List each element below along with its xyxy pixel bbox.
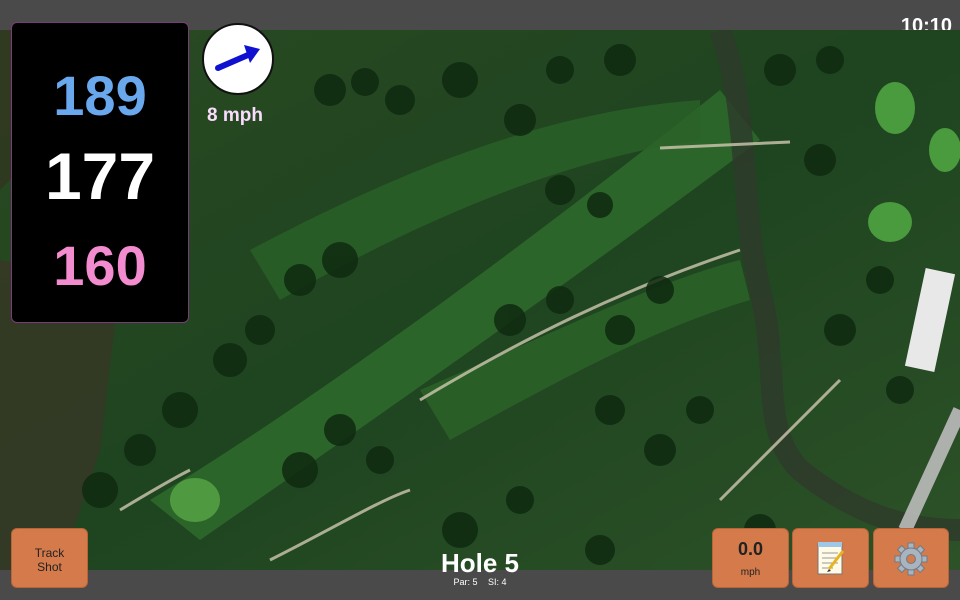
track-shot-label-line1: Track [34, 546, 65, 560]
hole-par: Par: 5 [453, 577, 478, 587]
settings-button[interactable] [873, 528, 949, 588]
wind-speed-button[interactable]: 0.0 mph [712, 528, 789, 588]
notepad-icon [817, 542, 845, 575]
track-shot-button[interactable]: Track Shot [11, 528, 88, 588]
speed-value: 0.0 [737, 539, 764, 559]
back-distance: 189 [53, 64, 147, 127]
wind-indicator [202, 23, 274, 95]
track-shot-label-line2: Shot [37, 560, 62, 574]
distance-panel: 189 177 160 [11, 22, 189, 323]
hole-si: SI: 4 [488, 577, 507, 587]
wind-speed: 8 mph [207, 105, 263, 126]
wind-arrow-icon [215, 45, 260, 71]
center-distance: 177 [44, 139, 156, 213]
hole-info: Par: 5 SI: 4 [380, 577, 580, 587]
notes-button[interactable] [792, 528, 869, 588]
speed-unit: mph [740, 567, 761, 578]
hole-title: Hole 5 [440, 548, 520, 578]
front-distance: 160 [53, 234, 147, 297]
gear-icon [894, 542, 928, 576]
